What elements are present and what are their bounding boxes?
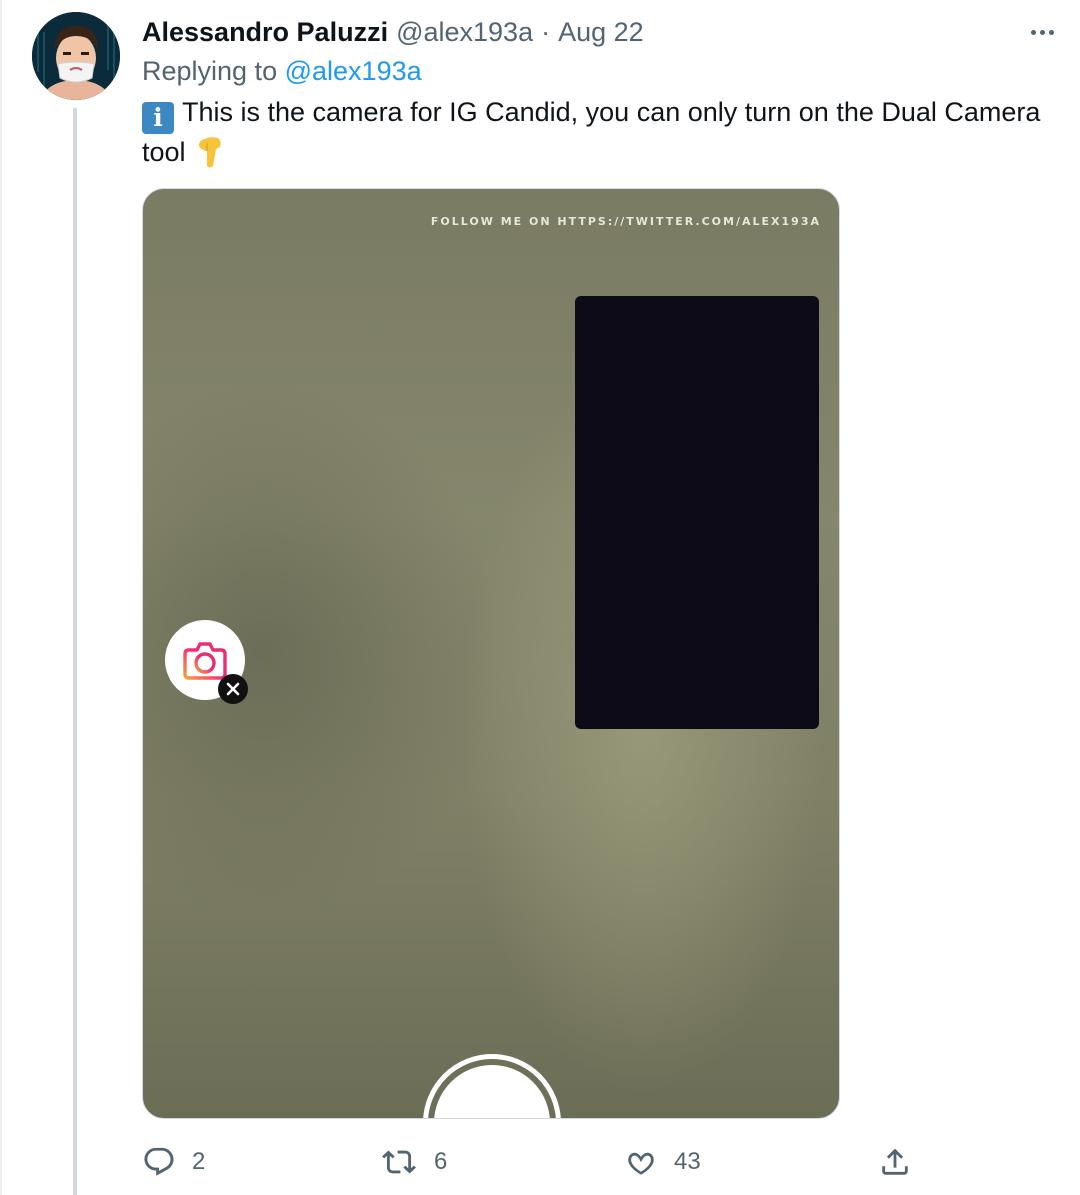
- share-icon: [882, 1148, 908, 1175]
- like-count: 43: [674, 1148, 701, 1175]
- tweet-date[interactable]: Aug 22: [558, 17, 644, 48]
- share-action[interactable]: [878, 1142, 912, 1182]
- avatar[interactable]: [32, 12, 120, 100]
- tweet-text: i This is the camera for IG Candid, you c…: [142, 94, 1062, 178]
- reply-count: 2: [192, 1148, 206, 1175]
- thread-line: [73, 108, 77, 1195]
- close-icon[interactable]: [218, 674, 248, 704]
- tweet-body: This is the camera for IG Candid, you ca…: [142, 97, 1041, 167]
- retweet-count: 6: [434, 1148, 448, 1175]
- author-name[interactable]: Alessandro Paluzzi: [142, 17, 388, 48]
- pointing-down-emoji-icon: [196, 135, 224, 178]
- author-handle[interactable]: @alex193a: [396, 17, 533, 48]
- reply-action[interactable]: 2: [142, 1142, 205, 1182]
- tweet-header: Alessandro Paluzzi @alex193a · Aug 22: [142, 14, 1060, 50]
- more-options-icon[interactable]: [1024, 14, 1060, 50]
- reply-mention-link[interactable]: @alex193a: [285, 56, 422, 86]
- like-action[interactable]: 43: [624, 1142, 701, 1182]
- heart-icon: [628, 1152, 654, 1175]
- information-emoji-icon: i: [142, 102, 174, 134]
- shutter-inner: [434, 1065, 550, 1118]
- dual-camera-preview: [575, 296, 819, 729]
- retweet-icon: [382, 1150, 416, 1174]
- separator: ·: [541, 16, 551, 47]
- avatar-image: [32, 12, 120, 100]
- replying-to: Replying to @alex193a: [142, 56, 422, 87]
- watermark-text: FOLLOW ME ON HTTPS://TWITTER.COM/ALEX193…: [430, 215, 821, 228]
- tweet-page: Alessandro Paluzzi @alex193a · Aug 22 Re…: [0, 0, 1080, 1195]
- shutter-button[interactable]: [423, 1054, 561, 1118]
- tweet-media[interactable]: FOLLOW ME ON HTTPS://TWITTER.COM/ALEX193…: [142, 188, 840, 1119]
- tweet-actions: 2 6 43: [142, 1142, 922, 1182]
- reply-prefix: Replying to: [142, 56, 278, 86]
- retweet-action[interactable]: 6: [380, 1142, 447, 1182]
- camera-add-icon: [183, 642, 227, 680]
- reply-icon: [144, 1147, 174, 1176]
- left-border: [0, 0, 2, 1195]
